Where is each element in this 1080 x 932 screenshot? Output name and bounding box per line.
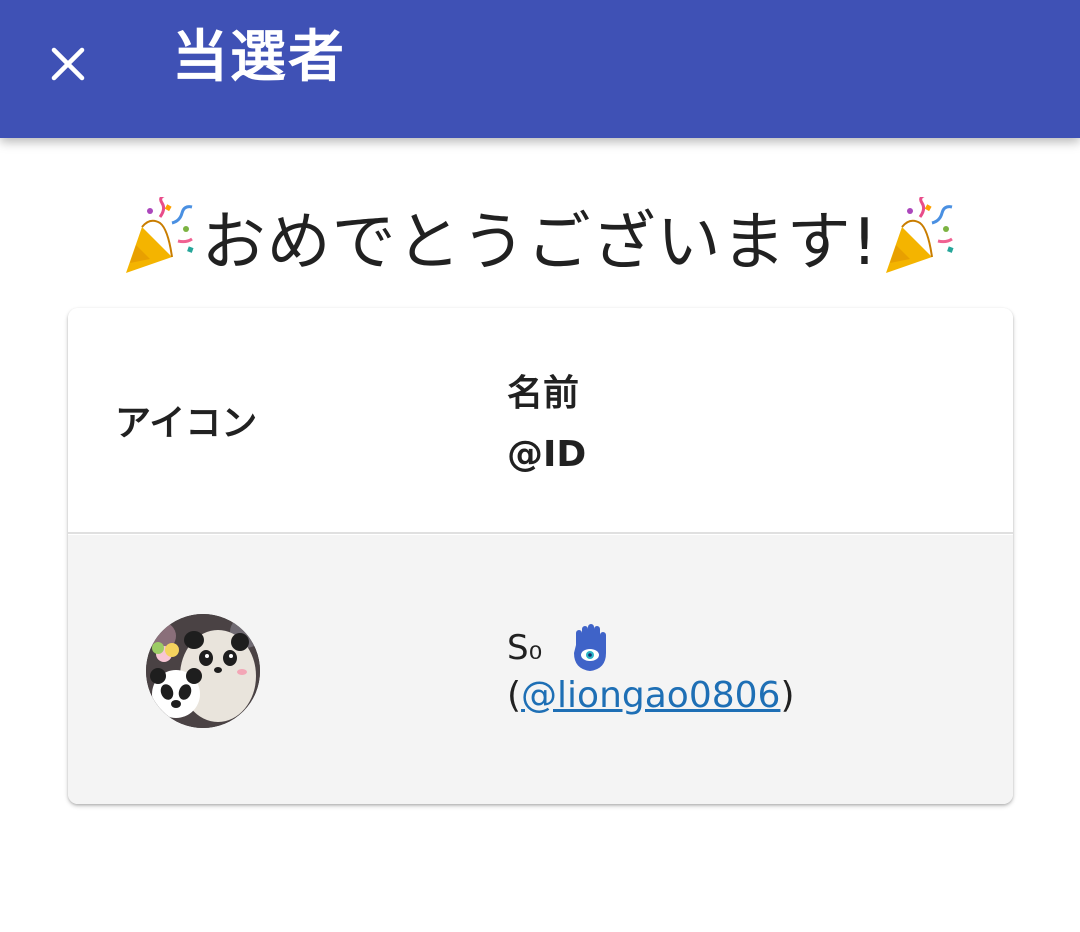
- table-row: S₀ (@liongao0806): [68, 535, 1013, 804]
- page-title: 当選者: [172, 25, 346, 90]
- winner-name: S₀: [507, 623, 612, 673]
- header-icon-label: アイコン: [115, 403, 258, 444]
- winner-name-text: S₀: [507, 628, 543, 668]
- avatar: [146, 614, 260, 728]
- winner-id: (@liongao0806): [507, 675, 795, 716]
- table-header: アイコン 名前 @ID: [68, 308, 1013, 534]
- party-popper-icon: [886, 197, 954, 273]
- winners-table: アイコン 名前 @ID S₀ (@liongao0806): [68, 308, 1013, 804]
- close-icon: [51, 47, 85, 81]
- app-bar: 当選者: [0, 0, 1080, 138]
- congrats-banner: おめでとうございます!: [0, 192, 1080, 282]
- party-popper-icon: [125, 197, 194, 273]
- panda-avatar-image: [146, 614, 260, 728]
- header-id-label: @ID: [507, 434, 587, 475]
- hamsa-icon: [574, 624, 607, 671]
- winner-id-link[interactable]: @liongao0806: [521, 675, 780, 716]
- id-close-paren: ): [780, 675, 795, 716]
- close-button[interactable]: [32, 28, 104, 100]
- id-open-paren: (: [507, 675, 522, 716]
- header-name-label: 名前: [507, 373, 580, 414]
- congrats-text: おめでとうございます!: [201, 206, 879, 280]
